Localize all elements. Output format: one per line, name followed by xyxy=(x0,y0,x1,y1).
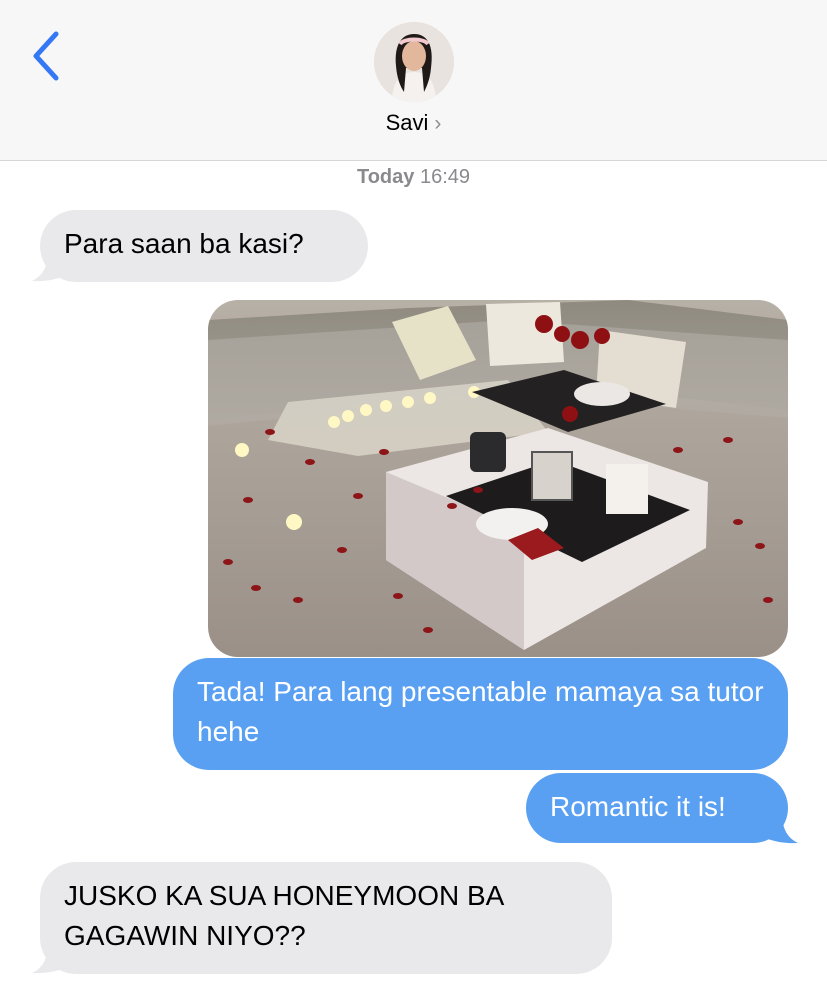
contact-avatar[interactable] xyxy=(374,22,454,102)
photo-attachment[interactable] xyxy=(208,300,788,657)
received-message[interactable]: JUSKO KA SUA HONEYMOON BA GAGAWIN NIYO?? xyxy=(40,862,612,974)
message-text: Para saan ba kasi? xyxy=(64,228,304,259)
sent-message[interactable]: Tada! Para lang presentable mamaya sa tu… xyxy=(173,658,788,770)
message-text: JUSKO KA SUA HONEYMOON BA GAGAWIN NIYO?? xyxy=(64,880,503,951)
received-message[interactable]: Para saan ba kasi? xyxy=(40,210,368,282)
timestamp-time: 16:49 xyxy=(419,166,471,188)
contact-name: Savi xyxy=(385,110,429,135)
sent-message[interactable]: Romantic it is! xyxy=(526,773,788,843)
chevron-right-icon: › xyxy=(434,112,442,135)
contact-name-button[interactable]: Savi › xyxy=(0,110,827,136)
chevron-left-icon xyxy=(33,31,59,81)
message-timestamp: Today 16:49 xyxy=(0,166,827,189)
photo-image xyxy=(208,300,788,657)
message-text: Romantic it is! xyxy=(550,791,726,822)
back-button[interactable] xyxy=(22,26,72,86)
timestamp-day: Today xyxy=(356,166,415,188)
conversation-header: Savi › xyxy=(0,0,827,161)
message-text: Tada! Para lang presentable mamaya sa tu… xyxy=(197,676,764,747)
